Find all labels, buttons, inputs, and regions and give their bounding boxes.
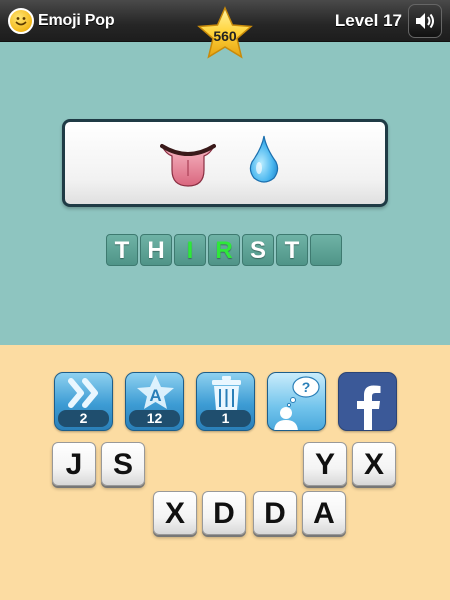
reveal-count: 12 [129,410,180,427]
remove-letters-button[interactable]: 1 [196,372,255,431]
level-label: Level 17 [334,11,402,30]
letter-key[interactable]: Y [303,442,347,486]
reveal-letter-button[interactable]: A 12 [125,372,184,431]
skip-count: 2 [58,410,109,427]
letter-key[interactable]: A [302,491,346,535]
score-star: 560 [196,6,254,62]
tongue-emoji-icon [160,142,216,193]
skip-icon [68,378,98,408]
app-logo: Emoji Pop [8,8,115,34]
letter-key[interactable]: S [101,442,145,486]
droplet-emoji-icon [248,134,280,189]
trash-icon [212,376,241,410]
letter-star-icon: A [137,375,174,409]
letter-pad-area: 2 A 12 1 ? J S Y X X D D A [0,345,450,600]
facebook-icon [357,385,381,430]
answer-tile[interactable]: T [106,234,138,266]
emoji-clue-card [62,119,388,207]
puzzle-area: THIRST [0,43,450,345]
answer-tile[interactable]: I [174,234,206,266]
ask-friend-button[interactable]: ? [267,372,326,431]
thinking-person-icon: ? [274,376,320,430]
facebook-button[interactable] [338,372,397,431]
answer-tile[interactable] [310,234,342,266]
answer-tile[interactable]: H [140,234,172,266]
svg-text:A: A [149,386,161,405]
answer-tile[interactable]: R [208,234,240,266]
letter-key[interactable]: D [253,491,297,535]
remove-count: 1 [200,410,251,427]
svg-text:?: ? [302,379,311,395]
letter-key[interactable]: J [52,442,96,486]
answer-row: THIRST [106,234,342,266]
sound-button[interactable] [408,4,442,38]
answer-tile[interactable]: S [242,234,274,266]
skip-button[interactable]: 2 [54,372,113,431]
speaker-icon [416,13,434,29]
answer-tile[interactable]: T [276,234,308,266]
score-value: 560 [213,28,237,44]
powerup-bar: 2 A 12 1 ? [54,372,397,431]
letter-key[interactable]: D [202,491,246,535]
letter-key[interactable]: X [153,491,197,535]
smiley-icon [8,8,34,34]
app-name: Emoji Pop [38,12,115,29]
letter-key[interactable]: X [352,442,396,486]
